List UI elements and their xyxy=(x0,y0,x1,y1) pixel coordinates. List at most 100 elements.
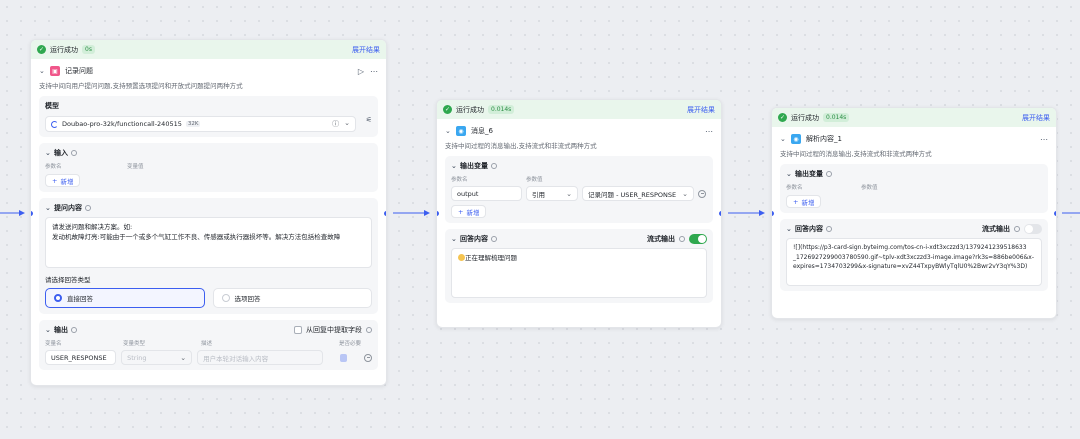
expand-results-link[interactable]: 展开结果 xyxy=(352,45,380,55)
chevron-down-icon[interactable]: ⌄ xyxy=(45,149,51,157)
input-title: 输入 xyxy=(54,149,68,157)
output-port[interactable] xyxy=(719,211,721,216)
col-param-value: 参数值 xyxy=(526,177,543,183)
answer-line-3: expires=1734703299&x-signature=xvZ44Txpy… xyxy=(793,263,1028,270)
answer-textarea[interactable]: ![](https://p3-card-sign.byteimg.com/tos… xyxy=(786,238,1042,286)
node-title[interactable]: 解析内容_1 xyxy=(806,134,842,144)
extract-fields-checkbox[interactable] xyxy=(294,326,302,334)
node-header: ⌄ ◉ 消息_6 ⋯ xyxy=(437,119,721,139)
info-icon[interactable] xyxy=(491,163,497,169)
node-parse-content-1[interactable]: ✓ 运行成功 0.014s 展开结果 ⌄ ◉ 解析内容_1 ⋯ 支持中间过程的消… xyxy=(771,107,1057,319)
col-var-type: 变量类型 xyxy=(123,341,146,347)
expand-results-link[interactable]: 展开结果 xyxy=(687,105,715,115)
info-icon[interactable] xyxy=(71,327,77,333)
question-section: ⌄ 提问内容 请发送问题和解决方案。如: 发动机故障灯亮:可能由于一个或多个气缸… xyxy=(39,198,378,314)
info-icon[interactable] xyxy=(826,171,832,177)
chevron-down-icon[interactable]: ⌄ xyxy=(786,170,792,178)
node-header: ⌄ ▣ 记录问题 ▷ ⋯ xyxy=(31,59,386,79)
info-icon[interactable] xyxy=(491,236,497,242)
settings-sliders-icon[interactable]: ⚟ xyxy=(366,116,372,124)
chevron-down-icon[interactable]: ⌄ xyxy=(39,67,45,75)
remove-icon[interactable] xyxy=(698,189,706,198)
var-type-value: String xyxy=(127,353,147,362)
doubao-logo-icon xyxy=(51,120,58,128)
more-icon[interactable]: ⋯ xyxy=(1040,135,1048,144)
info-icon[interactable] xyxy=(1014,226,1020,232)
chevron-down-icon[interactable]: ⌄ xyxy=(344,119,350,129)
chevron-down-icon[interactable]: ⌄ xyxy=(451,235,457,243)
var-type-select: String ⌄ xyxy=(121,350,193,365)
info-icon[interactable] xyxy=(85,205,91,211)
col-param-value: 参数值 xyxy=(861,185,878,191)
message-icon: ◉ xyxy=(456,126,466,136)
info-icon[interactable]: ⓘ xyxy=(332,119,339,129)
input-port[interactable] xyxy=(31,211,33,216)
question-textarea[interactable]: 请发送问题和解决方案。如: 发动机故障灯亮:可能由于一个或多个气缸工作不良、传感… xyxy=(45,217,372,268)
run-icon[interactable]: ▷ xyxy=(358,67,364,76)
output-vars-title: 输出变量 xyxy=(460,162,488,170)
add-label: 新增 xyxy=(60,177,74,186)
var-name-field[interactable]: USER_RESPONSE xyxy=(45,350,117,365)
input-port[interactable] xyxy=(772,211,774,216)
chevron-down-icon[interactable]: ⌄ xyxy=(445,127,451,135)
node-record-question[interactable]: ✓ 运行成功 0s 展开结果 ⌄ ▣ 记录问题 ▷ ⋯ 支持中间向用户提问问题,… xyxy=(30,39,387,386)
model-select[interactable]: Doubao-pro-32k/functioncall-240515 32K ⓘ… xyxy=(45,116,356,132)
ref-type-select[interactable]: 引用 ⌄ xyxy=(526,186,578,201)
direct-answer-option[interactable]: 直接回答 xyxy=(45,288,205,308)
chevron-down-icon[interactable]: ⌄ xyxy=(780,135,786,143)
answer-textarea[interactable]: 正在理解梳理问题 xyxy=(451,248,707,298)
chevron-down-icon[interactable]: ⌄ xyxy=(45,204,51,212)
info-icon[interactable] xyxy=(71,150,77,156)
output-port[interactable] xyxy=(1054,211,1056,216)
status-text: 运行成功 xyxy=(50,45,78,54)
more-icon[interactable]: ⋯ xyxy=(705,127,713,136)
emoji-icon xyxy=(458,254,465,261)
info-icon[interactable] xyxy=(366,327,372,333)
info-icon[interactable] xyxy=(679,236,685,242)
input-section: ⌄ 输入 参数名 变量值 + 新增 xyxy=(39,143,378,192)
node-title[interactable]: 记录问题 xyxy=(65,66,93,76)
output-vars-section: ⌄ 输出变量 参数名 参数值 + 新增 xyxy=(780,164,1048,213)
model-section: 模型 Doubao-pro-32k/functioncall-240515 32… xyxy=(39,96,378,137)
model-label: 模型 xyxy=(45,102,59,110)
chevron-down-icon: ⌄ xyxy=(180,353,187,362)
add-label: 新增 xyxy=(466,208,480,217)
add-input-button[interactable]: + 新增 xyxy=(45,174,81,187)
options-answer-option[interactable]: 选项回答 xyxy=(212,288,372,308)
answer-type-label: 请选择回答类型 xyxy=(45,276,91,284)
col-desc: 描述 xyxy=(201,341,213,347)
output-port[interactable] xyxy=(384,211,386,216)
desc-field: 用户本轮对话输入内容 xyxy=(197,350,323,365)
remove-icon[interactable] xyxy=(364,353,372,362)
chevron-down-icon[interactable]: ⌄ xyxy=(45,326,51,334)
output-vars-title: 输出变量 xyxy=(795,170,823,178)
ref-type-value: 引用 xyxy=(532,190,545,199)
answer-section: ⌄ 回答内容 流式输出 ![](https://p3-card-sign.byt… xyxy=(780,219,1048,291)
answer-line-1: ![](https://p3-card-sign.byteimg.com/tos… xyxy=(793,244,1027,251)
add-output-var-button[interactable]: + 新增 xyxy=(786,195,822,208)
stream-output-toggle[interactable] xyxy=(1024,224,1042,234)
info-icon[interactable] xyxy=(826,226,832,232)
radio-selected-icon xyxy=(54,294,62,302)
node-message-6[interactable]: ✓ 运行成功 0.014s 展开结果 ⌄ ◉ 消息_6 ⋯ 支持中间过程的消息输… xyxy=(436,99,722,328)
node-title[interactable]: 消息_6 xyxy=(471,126,493,136)
output-row: USER_RESPONSE String ⌄ 用户本轮对话输入内容 xyxy=(45,350,372,365)
answer-title: 回答内容 xyxy=(795,225,823,233)
chevron-down-icon[interactable]: ⌄ xyxy=(786,225,792,233)
ref-value-select[interactable]: 记录问题 - USER_RESPONSE ⌄ xyxy=(582,186,694,201)
stream-output-toggle[interactable] xyxy=(689,234,707,244)
ref-value: 记录问题 - USER_RESPONSE xyxy=(588,190,677,199)
input-port[interactable] xyxy=(437,211,439,216)
param-name-field[interactable]: output xyxy=(451,186,522,201)
context-badge: 32K xyxy=(185,121,201,127)
parse-icon: ◉ xyxy=(791,134,801,144)
chevron-down-icon[interactable]: ⌄ xyxy=(451,162,457,170)
add-output-var-button[interactable]: + 新增 xyxy=(451,205,487,218)
expand-results-link[interactable]: 展开结果 xyxy=(1022,113,1050,123)
time-badge: 0s xyxy=(82,45,95,54)
time-badge: 0.014s xyxy=(823,113,850,122)
col-param-name: 参数名 xyxy=(45,164,62,170)
node-description: 支持中间过程的消息输出,支持流式和非流式两种方式 xyxy=(445,142,597,150)
col-param-name: 参数名 xyxy=(451,177,468,183)
more-icon[interactable]: ⋯ xyxy=(370,67,378,76)
